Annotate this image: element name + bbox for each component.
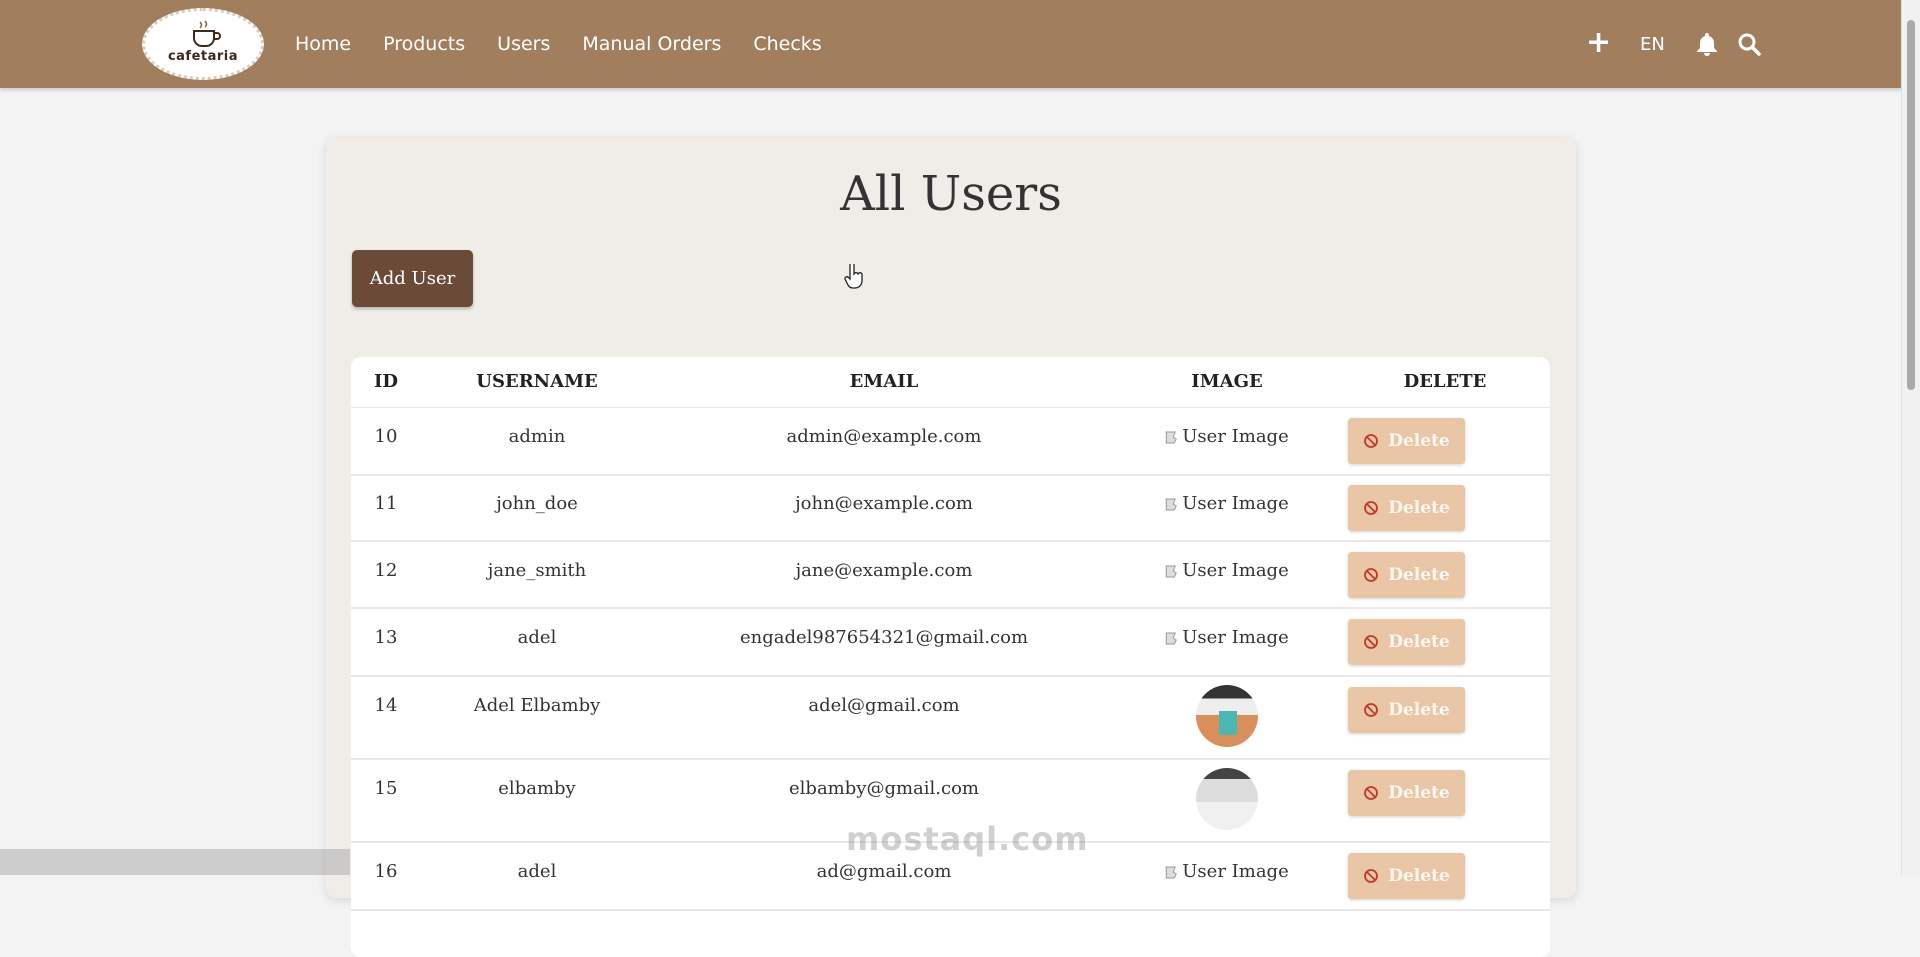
page-title: All Users <box>840 166 1062 222</box>
ban-icon <box>1364 434 1379 448</box>
delete-button[interactable]: Delete <box>1348 485 1465 531</box>
delete-button[interactable]: Delete <box>1348 687 1465 733</box>
logo-text: cafetaria <box>167 49 239 64</box>
ban-icon <box>1364 703 1379 717</box>
ban-icon <box>1364 501 1379 515</box>
cell-username: Adel Elbamby <box>473 695 601 716</box>
users-card: All Users Add User ID USERNAME EMAIL IMA… <box>326 138 1576 957</box>
table-header: ID USERNAME EMAIL IMAGE DELETE <box>351 357 1550 408</box>
table-row: 10 admin admin@example.com User Image De… <box>351 408 1550 476</box>
delete-label: Delete <box>1388 632 1450 652</box>
search-icon[interactable] <box>1737 32 1761 60</box>
user-image <box>1196 760 1258 830</box>
delete-button[interactable]: Delete <box>1348 552 1465 598</box>
user-avatar <box>1196 685 1258 747</box>
cell-email: adel@gmail.com <box>808 695 960 716</box>
watermark-text: mostaql.com <box>846 820 1089 858</box>
add-user-button[interactable]: Add User <box>352 250 473 307</box>
user-image-alt: User Image <box>1182 560 1289 581</box>
delete-button[interactable]: Delete <box>1348 770 1465 816</box>
cell-username: jane_smith <box>487 560 587 581</box>
user-image: User Image <box>1165 426 1289 447</box>
cell-id: 16 <box>374 861 398 882</box>
cell-username: john_doe <box>496 493 578 514</box>
user-image-alt: User Image <box>1182 627 1289 648</box>
cell-email: ad@gmail.com <box>816 861 952 882</box>
users-table: ID USERNAME EMAIL IMAGE DELETE 10 admin … <box>351 357 1550 957</box>
table-row: 11 john_doe john@example.com User Image … <box>351 475 1550 542</box>
delete-label: Delete <box>1388 783 1450 803</box>
cell-email: engadel987654321@gmail.com <box>739 627 1029 648</box>
page-scrollbar[interactable] <box>1901 0 1920 875</box>
nav-home[interactable]: Home <box>295 33 351 55</box>
cell-username: adel <box>517 627 557 648</box>
broken-image-icon <box>1165 565 1177 577</box>
delete-label: Delete <box>1388 700 1450 720</box>
user-image-alt: User Image <box>1182 426 1289 447</box>
nav-manual-orders[interactable]: Manual Orders <box>582 33 721 55</box>
header-delete: DELETE <box>1403 371 1487 392</box>
table-row: 14 Adel Elbamby adel@gmail.com Delete <box>351 677 1550 760</box>
user-image <box>1196 677 1258 747</box>
broken-image-icon <box>1165 866 1177 878</box>
nav-products[interactable]: Products <box>383 33 465 55</box>
delete-button[interactable]: Delete <box>1348 619 1465 665</box>
table-row: 12 jane_smith jane@example.com User Imag… <box>351 542 1550 609</box>
header-image: IMAGE <box>1191 371 1263 392</box>
user-image-alt: User Image <box>1182 861 1289 882</box>
broken-image-icon <box>1165 498 1177 510</box>
cell-id: 12 <box>374 560 398 581</box>
bottom-overlay-bar <box>0 849 350 875</box>
cell-id: 13 <box>374 627 398 648</box>
header-username: USERNAME <box>476 371 598 392</box>
delete-label: Delete <box>1388 565 1450 585</box>
cell-email: admin@example.com <box>786 426 982 447</box>
cell-id: 14 <box>374 695 398 716</box>
cell-email: john@example.com <box>795 493 973 514</box>
cell-id: 15 <box>374 778 398 799</box>
bell-icon[interactable] <box>1696 32 1718 60</box>
ban-icon <box>1364 635 1379 649</box>
plus-icon[interactable]: + <box>1586 28 1611 58</box>
header-id: ID <box>373 371 399 392</box>
delete-button[interactable]: Delete <box>1348 418 1465 464</box>
ban-icon <box>1364 786 1379 800</box>
coffee-cup-icon <box>193 20 221 47</box>
ban-icon <box>1364 568 1379 582</box>
table-row: 13 adel engadel987654321@gmail.com User … <box>351 609 1550 677</box>
cell-username: adel <box>517 861 557 882</box>
user-avatar <box>1196 768 1258 830</box>
user-image-alt: User Image <box>1182 493 1289 514</box>
cell-id: 10 <box>374 426 398 447</box>
delete-label: Delete <box>1388 431 1450 451</box>
delete-label: Delete <box>1388 498 1450 518</box>
cafetaria-logo[interactable]: cafetaria <box>142 8 264 80</box>
nav-users[interactable]: Users <box>497 33 550 55</box>
language-toggle[interactable]: EN <box>1640 34 1665 55</box>
scrollbar-thumb[interactable] <box>1907 20 1915 390</box>
hand-cursor-icon <box>844 264 863 289</box>
cell-email: jane@example.com <box>795 560 973 581</box>
cell-username: elbamby <box>498 778 576 799</box>
header-email: EMAIL <box>849 371 919 392</box>
user-image: User Image <box>1165 861 1289 882</box>
user-image: User Image <box>1165 493 1289 514</box>
broken-image-icon <box>1165 632 1177 644</box>
cell-email: elbamby@gmail.com <box>789 778 979 799</box>
delete-button[interactable]: Delete <box>1348 853 1465 899</box>
navbar: cafetaria Home Products Users Manual Ord… <box>0 0 1902 88</box>
nav-checks[interactable]: Checks <box>753 33 821 55</box>
nav-links: Home Products Users Manual Orders Checks <box>295 0 854 88</box>
user-image: User Image <box>1165 560 1289 581</box>
cell-id: 11 <box>374 493 398 514</box>
broken-image-icon <box>1165 431 1177 443</box>
delete-label: Delete <box>1388 866 1450 886</box>
cell-username: admin <box>508 426 566 447</box>
user-image: User Image <box>1165 627 1289 648</box>
ban-icon <box>1364 869 1379 883</box>
